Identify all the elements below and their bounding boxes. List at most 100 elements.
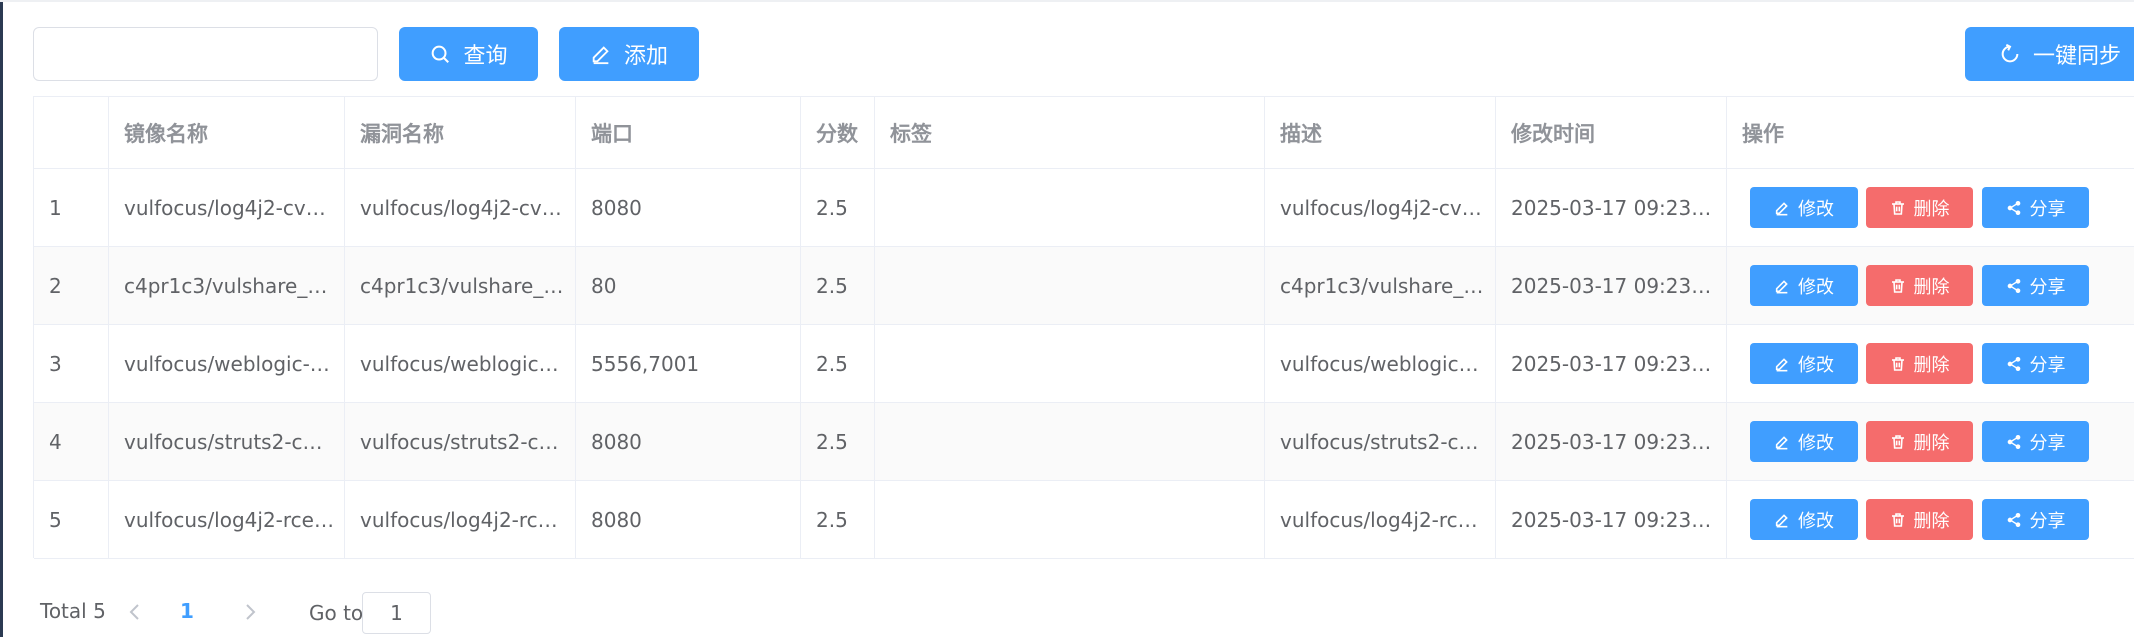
cell-modified-time: 2025-03-17 09:23:01 — [1496, 403, 1727, 480]
goto-page-input[interactable] — [362, 592, 431, 634]
cell-image-name: vulfocus/log4j2-cve… — [109, 169, 345, 246]
cell-image-name: vulfocus/weblogic-… — [109, 325, 345, 402]
trash-icon — [1891, 512, 1904, 527]
refresh-icon — [2001, 43, 2019, 63]
cell-vuln-name: vulfocus/log4j2-cv… — [345, 169, 576, 246]
share-button-label: 分享 — [2029, 354, 2066, 376]
trash-icon — [1891, 356, 1904, 371]
share-button[interactable]: 分享 — [1982, 421, 2089, 462]
pencil-icon — [1775, 435, 1788, 449]
search-input[interactable] — [33, 27, 378, 81]
share-button-label: 分享 — [2029, 432, 2066, 454]
cell-index: 3 — [34, 325, 109, 402]
chevron-right-icon — [246, 604, 256, 620]
page-number-current[interactable]: 1 — [180, 599, 194, 623]
image-table: 镜像名称 漏洞名称 端口 分数 标签 描述 修改时间 操作 1 vulfocus… — [33, 96, 2134, 559]
share-button[interactable]: 分享 — [1982, 187, 2089, 228]
table-row: 5 vulfocus/log4j2-rce… vulfocus/log4j2-r… — [34, 481, 2134, 559]
cell-description: vulfocus/weblogic-… — [1265, 325, 1496, 402]
chevron-left-icon — [129, 604, 139, 620]
column-header-port: 端口 — [576, 97, 801, 169]
delete-button-label: 删除 — [1913, 510, 1950, 532]
table-row: 4 vulfocus/struts2-cv… vulfocus/struts2-… — [34, 403, 2134, 481]
share-button[interactable]: 分享 — [1982, 343, 2089, 384]
delete-button-label: 删除 — [1913, 432, 1950, 454]
delete-button[interactable]: 删除 — [1866, 421, 1973, 462]
delete-button[interactable]: 删除 — [1866, 499, 1973, 540]
cell-image-name: vulfocus/log4j2-rce… — [109, 481, 345, 558]
edit-button[interactable]: 修改 — [1750, 343, 1858, 384]
cell-port: 5556,7001 — [576, 325, 801, 402]
delete-button-label: 删除 — [1913, 354, 1950, 376]
cell-tags — [875, 403, 1265, 480]
cell-vuln-name: c4pr1c3/vulshare_… — [345, 247, 576, 324]
table-row: 1 vulfocus/log4j2-cve… vulfocus/log4j2-c… — [34, 169, 2134, 247]
goto-label: Go to — [309, 601, 364, 625]
cell-modified-time: 2025-03-17 09:23:02 — [1496, 247, 1727, 324]
cell-modified-time: 2025-03-17 09:23:02 — [1496, 325, 1727, 402]
cell-description: vulfocus/log4j2-rce… — [1265, 481, 1496, 558]
column-header-score: 分数 — [801, 97, 875, 169]
column-header-modified-time: 修改时间 — [1496, 97, 1727, 169]
share-icon — [2007, 356, 2020, 371]
cell-description: vulfocus/log4j2-cv… — [1265, 169, 1496, 246]
cell-description: c4pr1c3/vulshare_… — [1265, 247, 1496, 324]
cell-image-name: vulfocus/struts2-cv… — [109, 403, 345, 480]
cell-index: 5 — [34, 481, 109, 558]
top-divider — [0, 0, 2134, 2]
cell-index: 4 — [34, 403, 109, 480]
edit-button[interactable]: 修改 — [1750, 499, 1858, 540]
edit-button-label: 修改 — [1798, 198, 1834, 220]
cell-tags — [875, 247, 1265, 324]
trash-icon — [1891, 200, 1904, 215]
column-header-vuln-name: 漏洞名称 — [345, 97, 576, 169]
delete-button-label: 删除 — [1913, 276, 1950, 298]
delete-button[interactable]: 删除 — [1866, 343, 1973, 384]
edit-button-label: 修改 — [1798, 432, 1834, 454]
trash-icon — [1891, 434, 1904, 449]
next-page-button[interactable] — [235, 597, 265, 627]
share-button[interactable]: 分享 — [1982, 265, 2089, 306]
cell-index: 1 — [34, 169, 109, 246]
column-header-tags: 标签 — [875, 97, 1265, 169]
share-icon — [2007, 200, 2020, 215]
add-button[interactable]: 添加 — [559, 27, 699, 81]
pencil-icon — [1775, 201, 1788, 215]
share-button-label: 分享 — [2029, 198, 2066, 220]
edit-button[interactable]: 修改 — [1750, 187, 1858, 228]
edit-button[interactable]: 修改 — [1750, 265, 1858, 306]
pencil-icon — [1775, 357, 1788, 371]
cell-port: 80 — [576, 247, 801, 324]
edit-button-label: 修改 — [1798, 510, 1834, 532]
column-header-image-name: 镜像名称 — [109, 97, 345, 169]
cell-port: 8080 — [576, 403, 801, 480]
pencil-icon — [592, 46, 609, 65]
cell-tags — [875, 325, 1265, 402]
cell-score: 2.5 — [801, 169, 875, 246]
edit-button[interactable]: 修改 — [1750, 421, 1858, 462]
column-header-description: 描述 — [1265, 97, 1496, 169]
share-button[interactable]: 分享 — [1982, 499, 2089, 540]
cell-description: vulfocus/struts2-cv… — [1265, 403, 1496, 480]
share-button-label: 分享 — [2029, 276, 2066, 298]
share-button-label: 分享 — [2029, 510, 2066, 532]
cell-score: 2.5 — [801, 247, 875, 324]
prev-page-button[interactable] — [120, 597, 150, 627]
delete-button[interactable]: 删除 — [1866, 265, 1973, 306]
sync-all-button-label: 一键同步 — [2032, 44, 2121, 69]
sync-all-button[interactable]: 一键同步 — [1965, 27, 2134, 81]
pencil-icon — [1775, 279, 1788, 293]
query-button[interactable]: 查询 — [399, 27, 538, 81]
cell-vuln-name: vulfocus/struts2-cv… — [345, 403, 576, 480]
window-edge — [0, 0, 3, 637]
table-row: 2 c4pr1c3/vulshare_… c4pr1c3/vulshare_… … — [34, 247, 2134, 325]
edit-button-label: 修改 — [1798, 276, 1834, 298]
cell-score: 2.5 — [801, 481, 875, 558]
cell-tags — [875, 169, 1265, 246]
cell-modified-time: 2025-03-17 09:23:01 — [1496, 481, 1727, 558]
trash-icon — [1891, 278, 1904, 293]
delete-button[interactable]: 删除 — [1866, 187, 1973, 228]
column-header-index — [34, 97, 109, 169]
cell-index: 2 — [34, 247, 109, 324]
query-button-label: 查询 — [463, 44, 508, 69]
